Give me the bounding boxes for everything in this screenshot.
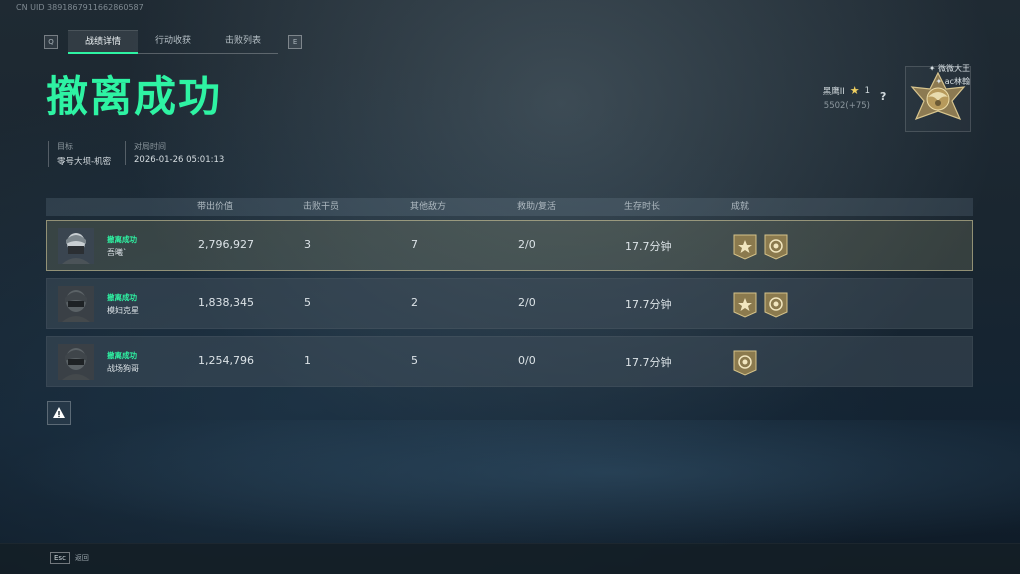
table-row[interactable]: 撤离成功 模妇克星 1,838,345 5 2 2/0 17.7分钟	[46, 278, 973, 329]
kills-value: 1	[304, 354, 311, 367]
col-other-enemies: 其他敌方	[410, 202, 447, 212]
warning-icon	[53, 407, 65, 418]
col-value: 带出价值	[197, 202, 234, 212]
player-name: 吾曦`	[107, 248, 127, 257]
avatar	[58, 286, 94, 322]
team-member-icon: ✦	[935, 77, 945, 86]
prev-tab-key[interactable]: Q	[44, 35, 58, 49]
table-row[interactable]: 撤离成功 战场狗哥 1,254,796 1 5 0/0 17.7分钟	[46, 336, 973, 387]
medal-badge-icon[interactable]	[733, 350, 757, 376]
help-icon[interactable]: ?	[880, 90, 886, 103]
survival-value: 17.7分钟	[625, 356, 672, 369]
rank-stars: 1	[864, 85, 870, 96]
tab-kill-list[interactable]: 击败列表	[208, 30, 279, 54]
star-icon: ★	[849, 84, 860, 97]
tab-battle-details[interactable]: 战绩详情	[68, 30, 139, 54]
extracted-value: 1,838,345	[198, 296, 254, 309]
tab-action-gains[interactable]: 行动收获	[138, 30, 209, 54]
team-member: ✦ 微微大王	[928, 64, 970, 73]
target-label: 目标	[57, 142, 73, 151]
back-label: 返回	[74, 554, 89, 562]
table-row[interactable]: 撤离成功 吾曦` 2,796,927 3 7 2/0 17.7分钟	[46, 220, 973, 271]
medal-badge-icon[interactable]	[764, 292, 788, 318]
player-name: 战场狗哥	[107, 364, 139, 373]
achievement-list	[733, 234, 788, 260]
other-enemies-value: 5	[411, 354, 418, 367]
assist-revive-value: 2/0	[518, 238, 536, 251]
player-status: 撤离成功	[107, 351, 137, 360]
assist-revive-value: 0/0	[518, 354, 536, 367]
star-badge-icon[interactable]	[733, 234, 757, 260]
player-status: 撤离成功	[107, 235, 137, 244]
uid-text: CN UID 3891867911662860587	[16, 3, 144, 12]
rank-score: 5502(+75)	[823, 101, 870, 111]
survival-value: 17.7分钟	[625, 298, 672, 311]
kills-value: 5	[304, 296, 311, 309]
col-achievements: 成就	[731, 202, 750, 212]
col-kills: 击败干员	[303, 202, 340, 212]
target-value: 零号大坝-机密	[57, 157, 112, 167]
other-enemies-value: 7	[411, 238, 418, 251]
tab-group: 战绩详情 行动收获 击败列表	[68, 30, 279, 54]
tab-bar: Q 战绩详情 行动收获 击败列表 E	[44, 30, 303, 54]
back-button[interactable]: Esc 返回	[50, 552, 89, 564]
player-status: 撤离成功	[107, 293, 137, 302]
rank-name: 黑鹰II	[822, 86, 845, 97]
esc-key: Esc	[50, 552, 70, 564]
kills-value: 3	[304, 238, 311, 251]
team-list: ✦ 微微大王 ✦ ac林翰	[929, 62, 970, 88]
team-member-icon: ✦	[928, 64, 938, 73]
table-header: 带出价值 击败干员 其他敌方 救助/复活 生存时长 成就	[46, 198, 973, 216]
team-member: ✦ ac林翰	[935, 77, 970, 86]
rank-info: 黑鹰II ★ 1 5502(+75)	[823, 84, 870, 111]
result-title: 撤离成功	[46, 72, 223, 121]
achievement-list	[733, 350, 757, 376]
next-tab-key[interactable]: E	[288, 35, 303, 49]
target-info: 目标 零号大坝-机密	[48, 141, 111, 167]
col-survival: 生存时长	[624, 202, 661, 212]
other-enemies-value: 2	[411, 296, 418, 309]
report-button[interactable]	[47, 401, 71, 425]
player-name: 模妇克星	[107, 306, 139, 315]
rank-title-line: 黑鹰II ★ 1	[823, 84, 870, 97]
achievement-list	[733, 292, 788, 318]
assist-revive-value: 2/0	[518, 296, 536, 309]
survival-value: 17.7分钟	[625, 240, 672, 253]
col-assist-revive: 救助/复活	[517, 202, 557, 212]
avatar	[58, 344, 94, 380]
medal-badge-icon[interactable]	[764, 234, 788, 260]
avatar	[58, 228, 94, 264]
extracted-value: 2,796,927	[198, 238, 254, 251]
star-badge-icon[interactable]	[733, 292, 757, 318]
match-time-info: 对局时间 2026-01-26 05:01:13	[125, 141, 224, 165]
background-fog	[0, 420, 1020, 550]
extracted-value: 1,254,796	[198, 354, 254, 367]
bottom-bar	[0, 543, 1020, 574]
match-time-value: 2026-01-26 05:01:13	[134, 155, 225, 165]
match-time-label: 对局时间	[134, 142, 166, 151]
